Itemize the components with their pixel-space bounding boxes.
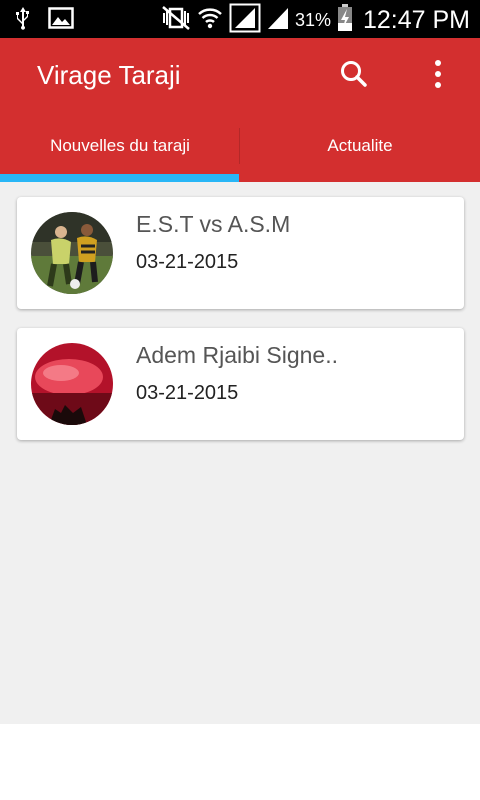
battery-charging-icon [337, 4, 353, 37]
app-bar: Virage Taraji [0, 38, 480, 110]
news-date: 03-21-2015 [136, 251, 239, 273]
clock: 12:47 PM [362, 6, 470, 34]
mute-vibrate-icon [161, 5, 191, 36]
tab-actualite[interactable]: Actualite [240, 110, 480, 182]
overflow-menu-button[interactable] [420, 56, 456, 92]
news-title: E.S.T vs A.S.M [136, 211, 291, 237]
news-title: Adem Rjaibi Signe.. [136, 342, 338, 368]
more-vert-icon [420, 60, 456, 96]
news-list: E.S.T vs A.S.M 03-21-2015 Adem Rjaibi Si… [0, 182, 480, 724]
news-thumbnail [31, 343, 113, 425]
search-icon [336, 61, 372, 96]
app-title: Virage Taraji [37, 60, 181, 90]
news-card[interactable]: Adem Rjaibi Signe.. 03-21-2015 [17, 328, 464, 440]
usb-icon [14, 6, 32, 35]
wifi-icon [197, 5, 223, 36]
status-bar: 31% 12:47 PM [0, 0, 480, 38]
signal-icon-2 [267, 6, 289, 35]
news-card[interactable]: E.S.T vs A.S.M 03-21-2015 [17, 197, 464, 309]
tab-selected-indicator [0, 174, 239, 182]
news-date: 03-21-2015 [136, 382, 239, 404]
image-icon [48, 7, 74, 34]
signal-icon [229, 3, 261, 38]
battery-percent: 31% [294, 10, 331, 30]
news-thumbnail [31, 212, 113, 294]
search-button[interactable] [336, 56, 372, 92]
tab-nouvelles[interactable]: Nouvelles du taraji [0, 110, 240, 182]
tab-bar: Nouvelles du taraji Actualite [0, 110, 480, 182]
